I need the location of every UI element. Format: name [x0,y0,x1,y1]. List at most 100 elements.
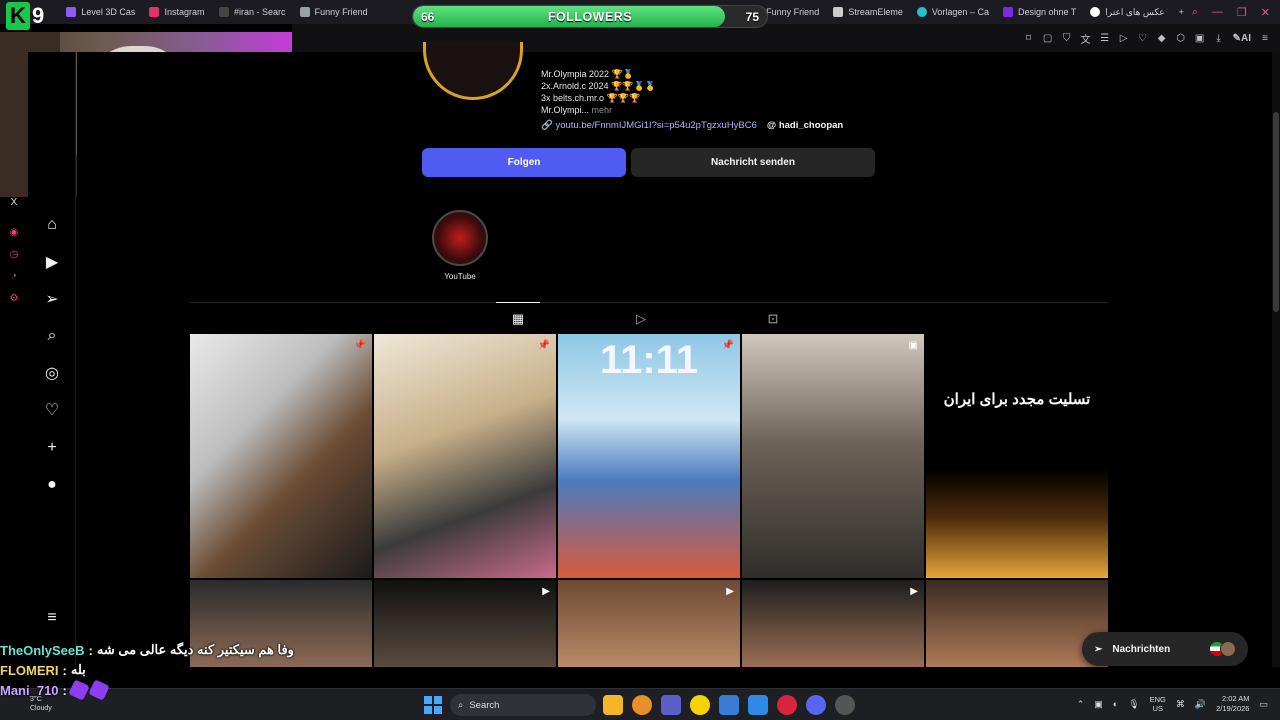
chat-separator: : [88,642,93,658]
teams-icon[interactable] [661,695,681,715]
tagged-tab-icon[interactable]: ⊡ [765,311,781,327]
menu-icon[interactable]: ≡ [1260,33,1270,44]
system-tray: ⌃ ▣ ◐ 🎙 ENG US ⌘ 🔊 2:02 AM 2/19/2026 ▭ [1077,694,1268,714]
bio-line: Mr.Olympi... mehr [541,104,656,116]
browser-tab[interactable]: Design ohne T [995,0,1082,24]
settings-icon[interactable]: ⚙ [8,293,20,305]
reel-icon: ▣ [908,340,918,351]
browser-tab[interactable]: Instagram [141,0,211,24]
clock[interactable]: 2:02 AM 2/19/2026 [1216,694,1249,714]
discord-icon[interactable] [806,695,826,715]
heart-icon[interactable]: ♡ [1138,33,1148,44]
tray-app-icon[interactable]: ▣ [1094,699,1103,710]
notifications-heart-icon[interactable]: ♡ [40,398,64,422]
download-icon[interactable]: ⤓ [1214,33,1224,44]
browser-tab[interactable]: عکس های اعترا [1082,0,1170,24]
windows-start-icon[interactable] [424,696,442,714]
language-indicator[interactable]: ENG US [1150,695,1166,713]
browser-tab[interactable]: #iran - Searc [211,0,292,24]
reels-tab-icon[interactable]: ▷ [633,311,649,327]
translate-icon[interactable]: 文 [1081,31,1091,46]
microphone-icon[interactable]: 🎙 [1128,699,1139,710]
posts-grid-icon[interactable]: ▦ [510,311,526,327]
browser-tab[interactable]: StreamEleme [825,0,909,24]
app-icon[interactable] [632,695,652,715]
bookmark-icon[interactable]: ⌑ [1024,33,1034,44]
post-tile[interactable]: ▶ [742,580,924,667]
file-explorer-icon[interactable] [603,695,623,715]
messages-pill[interactable]: ➢ Nachrichten [1082,632,1248,666]
highlight-label: YouTube [444,272,476,281]
new-tab-button[interactable]: + [1171,0,1192,24]
store-icon[interactable] [719,695,739,715]
screenshot-icon[interactable]: ▢ [1043,33,1053,44]
weather-desc: Cloudy [30,705,52,712]
browser-tab[interactable]: Level 3D Cas [58,0,141,24]
profile-avatar[interactable] [423,42,523,100]
direct-icon[interactable]: ➢ [40,287,64,311]
minimize-icon[interactable]: — [1212,6,1223,19]
create-icon[interactable]: + [40,436,64,460]
wallet-icon[interactable]: ▣ [1195,33,1205,44]
post-tile[interactable]: 📌 [374,334,556,578]
chevron-up-icon[interactable]: ⌃ [1077,699,1085,710]
follow-button[interactable]: Folgen [422,148,626,177]
play-icon[interactable]: ▷ [1119,33,1129,44]
explore-icon[interactable]: ◎ [40,361,64,385]
post-tile[interactable]: ▣ [742,334,924,578]
discord-icon[interactable]: ◐ [1113,699,1118,709]
story-highlight[interactable]: YouTube [432,210,488,281]
messages-label: Nachrichten [1112,643,1171,655]
scrollbar-thumb[interactable] [1273,112,1279,312]
profile-avatar-icon[interactable]: ● [40,473,64,497]
search-icon[interactable]: ⌕ [1192,6,1198,19]
close-icon[interactable]: ✕ [1261,6,1270,19]
send-message-button[interactable]: Nachricht senden [631,148,875,177]
more-menu-icon[interactable]: ≡ [40,606,64,630]
taskbar-search[interactable]: ⌕ Search [450,694,596,716]
x-icon [218,7,229,17]
shield-icon[interactable]: ⛉ [1062,33,1072,44]
opera-icon[interactable] [777,695,797,715]
threads-link[interactable]: @ hadi_choopan [767,120,843,131]
page-scrollbar[interactable] [1272,52,1280,667]
x-icon[interactable]: X [8,197,20,209]
profile-page: Mr.Olympia 2022 🏆🥇 2x.Arnold.c 2024 🏆🏆🥇🥇… [77,42,1280,667]
followers-goal-bar: 66 FOLLOWERS 75 [412,5,768,28]
messenger-icon[interactable]: ◔ [8,271,20,283]
profile-external-link[interactable]: 🔗 youtu.be/FnnmIJMGi1I?si=p54u2pTgzxuHyB… [541,120,757,131]
post-tile[interactable]: 📌 [190,334,372,578]
app-icon[interactable] [835,695,855,715]
network-icon[interactable]: ⌘ [1176,699,1185,710]
maximize-icon[interactable]: ❐ [1237,6,1247,19]
reels-icon[interactable]: ▶ [40,250,64,274]
canva-icon [916,7,927,17]
post-tile[interactable]: ▶ [558,580,740,667]
home-icon[interactable]: ⌂ [40,213,64,237]
tab-label: StreamEleme [848,7,903,17]
post-tile[interactable]: تسلیت مجدد برای ایران [926,334,1108,578]
post-tile[interactable]: ▶ [374,580,556,667]
logo-letter: K [6,2,30,30]
profile-links: 🔗 youtu.be/FnnmIJMGi1I?si=p54u2pTgzxuHyB… [541,120,843,131]
post-tile[interactable] [926,580,1108,667]
post-tile[interactable]: 📌 11:11 [558,334,740,578]
notification-icon[interactable]: ▭ [1259,699,1268,710]
browser-tab[interactable]: Funny Friend [292,0,374,24]
pin-icon: 📌 [353,340,366,351]
mail-icon[interactable] [748,695,768,715]
taskbar-apps [603,695,855,715]
puzzle-icon[interactable]: ⬡ [1176,33,1186,44]
messages-avatars [1209,641,1236,657]
reader-icon[interactable]: ☰ [1100,33,1110,44]
record-icon[interactable]: ◉ [8,227,20,239]
volume-icon[interactable]: 🔊 [1195,699,1206,710]
clock-date: 2/19/2026 [1216,704,1250,713]
history-icon[interactable]: ◷ [8,249,20,261]
search-icon[interactable]: ⌕ [40,324,64,348]
app-icon[interactable] [690,695,710,715]
browser-tab[interactable]: Vorlagen – Ca [909,0,995,24]
bio-more-link[interactable]: mehr [592,105,613,115]
extension-icon[interactable]: ◆ [1157,33,1167,44]
ai-button[interactable]: ✎AI [1233,33,1251,44]
